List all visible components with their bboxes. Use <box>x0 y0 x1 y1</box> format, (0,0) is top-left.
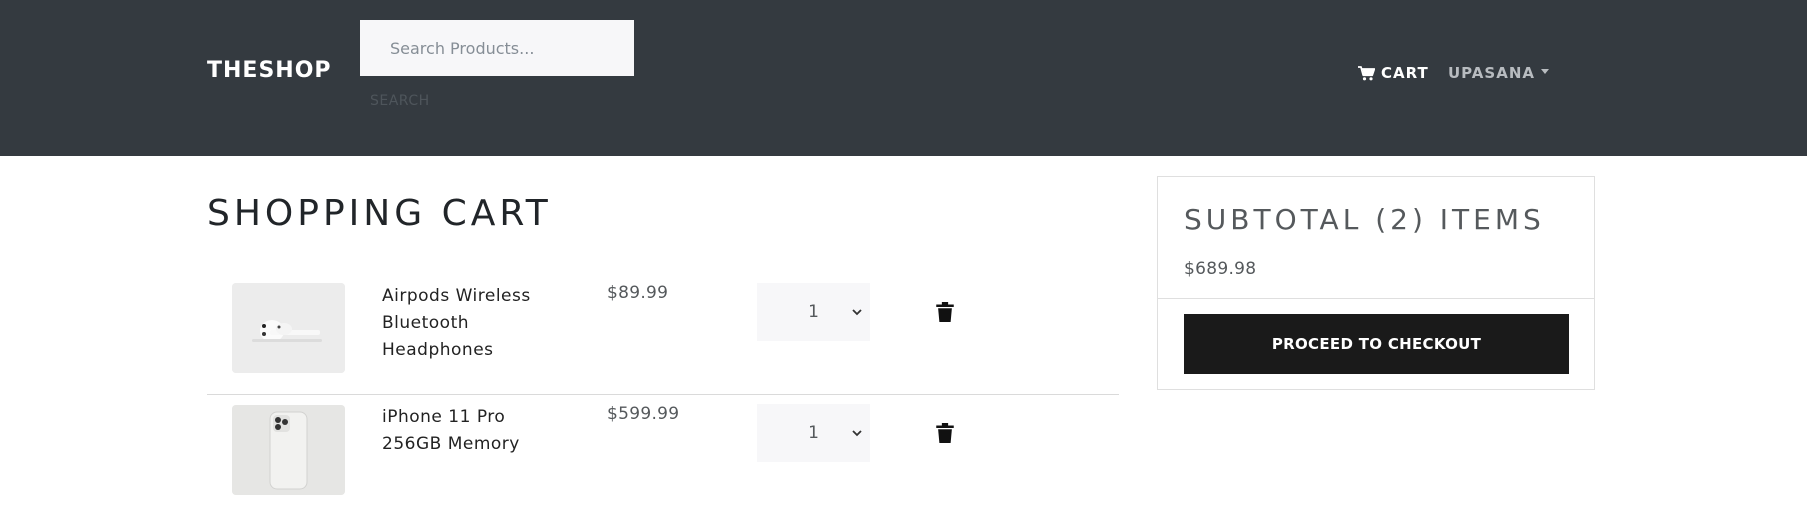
nav-cart-label: CART <box>1381 64 1429 82</box>
subtotal-title: SUBTOTAL (2) ITEMS <box>1184 203 1545 236</box>
chevron-down-icon <box>852 309 862 316</box>
search-button[interactable]: SEARCH <box>360 86 480 116</box>
cart-item-row: Airpods Wireless Bluetooth Headphones $8… <box>207 274 1119 395</box>
user-menu-dropdown[interactable]: UPASANA <box>1448 61 1549 85</box>
user-name-label: UPASANA <box>1448 64 1535 82</box>
airpods-image[interactable] <box>232 283 345 373</box>
caret-down-icon <box>1540 69 1549 74</box>
summary-divider <box>1158 298 1594 299</box>
nav-cart-link[interactable]: CART <box>1358 61 1429 85</box>
subtotal-amount: $689.98 <box>1184 259 1257 279</box>
quantity-select[interactable]: 1 <box>757 283 870 341</box>
quantity-value: 1 <box>808 423 819 443</box>
chevron-down-icon <box>852 430 862 437</box>
cart-item-row: iPhone 11 Pro 256GB Memory $599.99 1 <box>207 395 1119 516</box>
iphone-image[interactable] <box>232 405 345 495</box>
search-input[interactable] <box>360 20 634 76</box>
shopping-cart-icon <box>1358 65 1375 80</box>
brand-logo[interactable]: THESHOP <box>207 58 332 83</box>
product-name-link[interactable]: Airpods Wireless Bluetooth Headphones <box>382 283 562 364</box>
page-title: SHOPPING CART <box>207 193 552 234</box>
quantity-select[interactable]: 1 <box>757 404 870 462</box>
navbar: THESHOP SEARCH CART UPASANA <box>0 0 1807 156</box>
product-price: $599.99 <box>607 404 680 424</box>
trash-icon[interactable] <box>936 423 954 443</box>
product-name-link[interactable]: iPhone 11 Pro 256GB Memory <box>382 404 562 458</box>
trash-icon[interactable] <box>936 302 954 322</box>
order-summary-card: SUBTOTAL (2) ITEMS $689.98 PROCEED TO CH… <box>1157 176 1595 390</box>
quantity-value: 1 <box>808 302 819 322</box>
proceed-to-checkout-button[interactable]: PROCEED TO CHECKOUT <box>1184 314 1569 374</box>
product-price: $89.99 <box>607 283 669 303</box>
